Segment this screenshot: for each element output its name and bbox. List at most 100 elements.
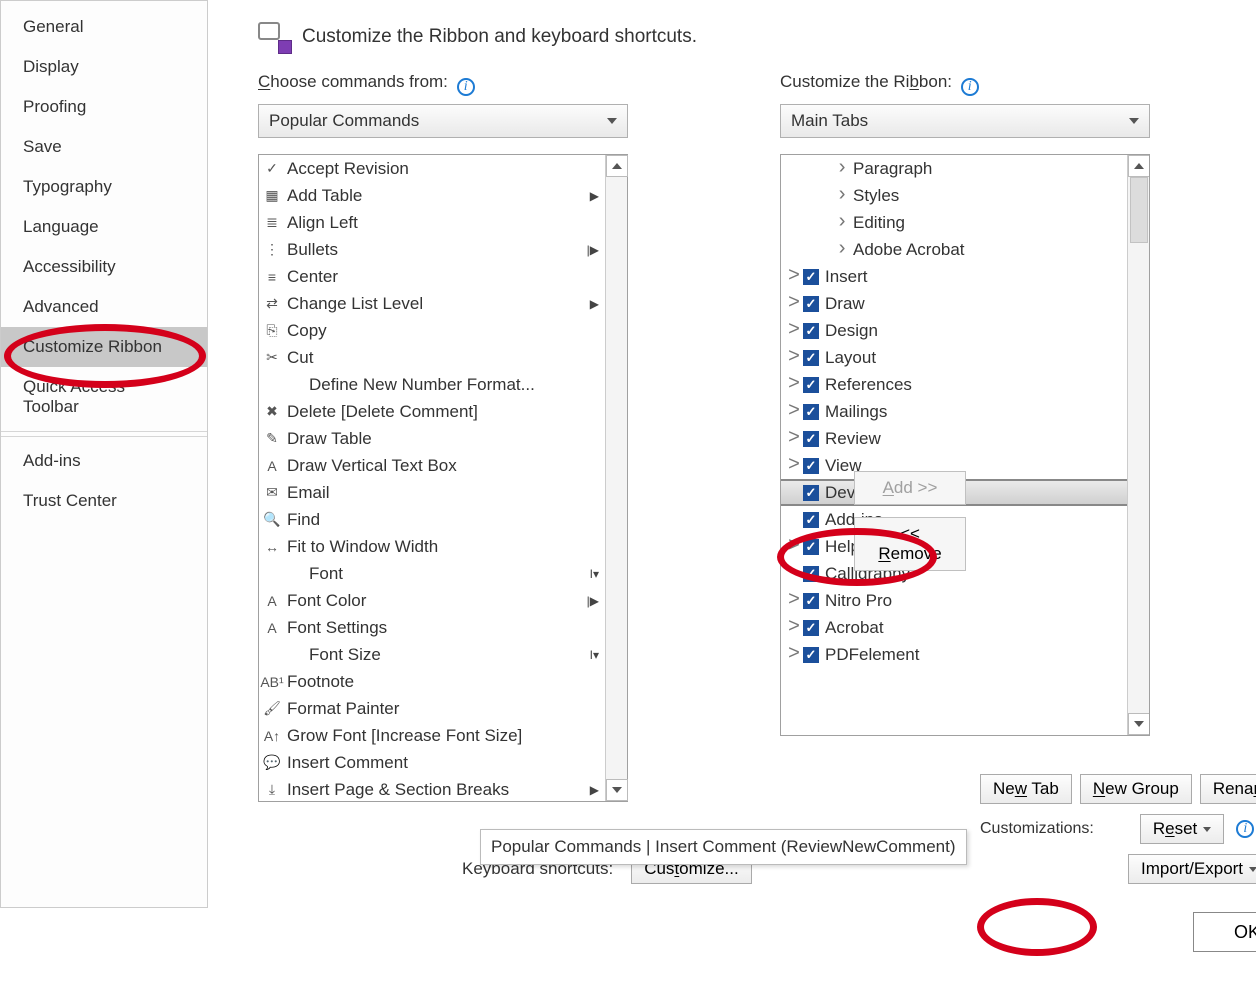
checkbox-icon[interactable] — [803, 593, 819, 609]
info-icon[interactable]: i — [961, 78, 979, 96]
command-item[interactable]: ≣Align Left — [259, 209, 605, 236]
scroll-down-button[interactable] — [606, 779, 628, 801]
command-item[interactable]: ✎Draw Table — [259, 425, 605, 452]
command-item[interactable]: A↑Grow Font [Increase Font Size] — [259, 722, 605, 749]
command-item[interactable]: ADraw Vertical Text Box — [259, 452, 605, 479]
sidebar-item[interactable]: Save — [1, 127, 207, 167]
new-group-button[interactable]: New Group — [1080, 774, 1192, 804]
command-item[interactable]: AB¹Footnote — [259, 668, 605, 695]
sidebar-item[interactable]: Proofing — [1, 87, 207, 127]
command-item[interactable]: ▦Add Table▶ — [259, 182, 605, 209]
checkbox-icon[interactable] — [803, 458, 819, 474]
command-item[interactable]: AFont Color|▶ — [259, 587, 605, 614]
tree-tab-item[interactable]: >Review — [781, 425, 1127, 452]
checkbox-icon[interactable] — [803, 512, 819, 528]
tree-tab-item[interactable]: >References — [781, 371, 1127, 398]
expand-icon[interactable]: > — [787, 589, 801, 612]
command-item[interactable]: ⋮Bullets|▶ — [259, 236, 605, 263]
command-item[interactable]: Font SizeI▾ — [259, 641, 605, 668]
tree-tab-item[interactable]: >Layout — [781, 344, 1127, 371]
ribbon-combo[interactable]: Main Tabs — [780, 104, 1150, 138]
command-item[interactable]: AFont Settings — [259, 614, 605, 641]
command-item[interactable]: ✓Accept Revision — [259, 155, 605, 182]
sidebar-item[interactable]: Trust Center — [1, 481, 207, 521]
ribbon-tree[interactable]: ›Paragraph›Styles›Editing›Adobe Acrobat>… — [780, 154, 1150, 736]
sidebar-item[interactable]: Add-ins — [1, 441, 207, 481]
command-item[interactable]: Define New Number Format... — [259, 371, 605, 398]
checkbox-icon[interactable] — [803, 485, 819, 501]
checkbox-icon[interactable] — [803, 539, 819, 555]
command-item[interactable]: 🖌Format Painter — [259, 695, 605, 722]
sidebar-item[interactable]: Customize Ribbon — [1, 327, 207, 367]
expand-icon[interactable]: > — [787, 535, 801, 558]
command-item[interactable]: ✉Email — [259, 479, 605, 506]
expand-icon[interactable]: > — [787, 292, 801, 315]
tree-tab-item[interactable]: >Nitro Pro — [781, 587, 1127, 614]
checkbox-icon[interactable] — [803, 431, 819, 447]
sidebar-item[interactable]: Language — [1, 207, 207, 247]
command-item[interactable]: FontI▾ — [259, 560, 605, 587]
command-item[interactable]: ✂Cut — [259, 344, 605, 371]
tree-group-item[interactable]: ›Paragraph — [781, 155, 1127, 182]
scroll-up-button[interactable] — [606, 155, 628, 177]
info-icon[interactable]: i — [457, 78, 475, 96]
command-item[interactable]: ≡Center — [259, 263, 605, 290]
new-tab-button[interactable]: New Tab — [980, 774, 1072, 804]
checkbox-icon[interactable] — [803, 566, 819, 582]
sidebar-item[interactable]: General — [1, 7, 207, 47]
sidebar-item[interactable]: Display — [1, 47, 207, 87]
sidebar-item[interactable]: Typography — [1, 167, 207, 207]
sidebar-item[interactable]: Accessibility — [1, 247, 207, 287]
add-button[interactable]: Add >> — [854, 471, 966, 505]
tree-group-item[interactable]: ›Styles — [781, 182, 1127, 209]
tree-tab-item[interactable]: >Mailings — [781, 398, 1127, 425]
command-item[interactable]: ⎘Copy — [259, 317, 605, 344]
expand-icon[interactable]: > — [787, 400, 801, 423]
tree-tab-item[interactable]: >Acrobat — [781, 614, 1127, 641]
chevron-right-icon: › — [835, 184, 849, 207]
checkbox-icon[interactable] — [803, 323, 819, 339]
command-item[interactable]: ⤓Insert Page & Section Breaks▶ — [259, 776, 605, 801]
expand-icon[interactable]: > — [787, 265, 801, 288]
import-export-button[interactable]: Import/Export — [1128, 854, 1256, 884]
tree-tab-item[interactable]: >Draw — [781, 290, 1127, 317]
expand-icon[interactable]: > — [787, 643, 801, 666]
ok-button[interactable]: OK — [1193, 912, 1256, 952]
tree-tab-item[interactable]: >Design — [781, 317, 1127, 344]
tree-group-item[interactable]: ›Editing — [781, 209, 1127, 236]
sidebar-item[interactable]: Advanced — [1, 287, 207, 327]
checkbox-icon[interactable] — [803, 377, 819, 393]
command-item[interactable]: ✖Delete [Delete Comment] — [259, 398, 605, 425]
command-item[interactable]: ⇄Change List Level▶ — [259, 290, 605, 317]
commands-scrollbar[interactable] — [605, 155, 627, 801]
command-item[interactable]: 💬Insert Comment — [259, 749, 605, 776]
tree-tab-item[interactable]: >Insert — [781, 263, 1127, 290]
scroll-thumb[interactable] — [1130, 177, 1148, 243]
expand-icon[interactable]: > — [787, 616, 801, 639]
checkbox-icon[interactable] — [803, 350, 819, 366]
info-icon[interactable]: i — [1236, 820, 1254, 838]
choose-commands-combo[interactable]: Popular Commands — [258, 104, 628, 138]
checkbox-icon[interactable] — [803, 404, 819, 420]
expand-icon[interactable]: > — [787, 427, 801, 450]
scroll-up-button[interactable] — [1128, 155, 1150, 177]
scroll-down-button[interactable] — [1128, 713, 1150, 735]
expand-icon[interactable]: > — [787, 319, 801, 342]
sidebar-item[interactable]: Quick Access Toolbar — [1, 367, 207, 427]
rename-button[interactable]: Rename... — [1200, 774, 1256, 804]
expand-icon[interactable]: > — [787, 346, 801, 369]
checkbox-icon[interactable] — [803, 296, 819, 312]
expand-icon[interactable]: > — [787, 373, 801, 396]
tree-group-item[interactable]: ›Adobe Acrobat — [781, 236, 1127, 263]
checkbox-icon[interactable] — [803, 620, 819, 636]
command-item[interactable]: 🔍Find — [259, 506, 605, 533]
remove-button[interactable]: << Remove — [854, 517, 966, 571]
tree-tab-item[interactable]: >PDFelement — [781, 641, 1127, 668]
command-item[interactable]: ↔Fit to Window Width — [259, 533, 605, 560]
checkbox-icon[interactable] — [803, 647, 819, 663]
checkbox-icon[interactable] — [803, 269, 819, 285]
expand-icon[interactable]: > — [787, 454, 801, 477]
commands-listbox[interactable]: ✓Accept Revision▦Add Table▶≣Align Left⋮B… — [258, 154, 628, 802]
reset-button[interactable]: Reset — [1140, 814, 1224, 844]
tree-scrollbar[interactable] — [1127, 155, 1149, 735]
